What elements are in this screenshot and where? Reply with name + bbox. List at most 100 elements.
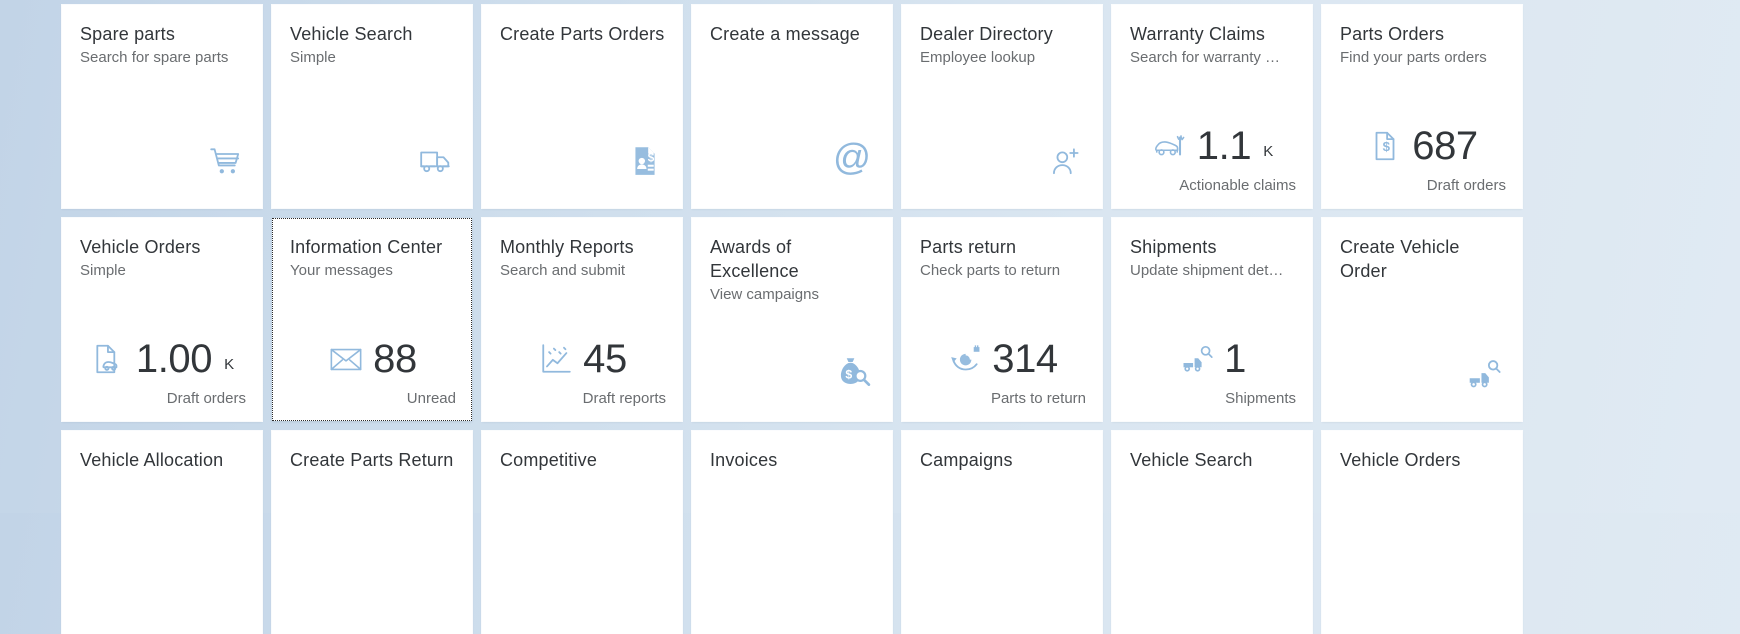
tile-kpi: 1 xyxy=(1130,339,1296,379)
tile-invoices[interactable]: Invoices xyxy=(692,431,892,634)
tile-subtitle: Simple xyxy=(290,49,336,66)
tile-spare-parts[interactable]: Spare parts Search for spare parts xyxy=(62,5,262,208)
tile-vehicle-search[interactable]: Vehicle Search xyxy=(1112,431,1312,634)
tile-body xyxy=(1130,472,1296,622)
tile-title: Create Vehicle Order xyxy=(1340,237,1460,281)
tile-body: 88 Unread xyxy=(290,283,456,409)
tile-kpi-value: 687 xyxy=(1412,124,1478,168)
tile-title: Information Center xyxy=(290,237,443,257)
tile-kpi-value: 314 xyxy=(992,337,1058,381)
document-person-dollar-icon: $ xyxy=(618,134,662,178)
tile-information-center[interactable]: Information Center Your messages 88 Unread xyxy=(272,218,472,421)
tile-shipments[interactable]: Shipments Update shipment det… 1 Shipments xyxy=(1112,218,1312,421)
tile-body xyxy=(290,472,456,622)
tile-body: 45 Draft reports xyxy=(500,283,666,409)
tile-warranty-claims[interactable]: Warranty Claims Search for warranty … 1.1 K… xyxy=(1112,5,1312,208)
tile-body xyxy=(80,472,246,622)
tile-title: Monthly Reports xyxy=(500,237,634,257)
tile-title: Shipments xyxy=(1130,237,1217,257)
tile-kpi-value: 1.1 xyxy=(1196,124,1252,168)
tile-footer: Draft orders xyxy=(1426,177,1506,194)
truck-search-icon xyxy=(1180,342,1214,376)
tile-dealer-directory[interactable]: Dealer Directory Employee lookup xyxy=(902,5,1102,208)
tile-kpi-unit: K xyxy=(224,356,235,373)
tile-header: Create Parts Orders xyxy=(500,22,666,46)
tile-body: 314 Parts to return xyxy=(920,283,1086,409)
tile-body: $ xyxy=(500,46,666,196)
tile-header: Awards of Excellence View campaigns xyxy=(710,235,876,307)
truck-icon xyxy=(408,134,452,178)
tile-body xyxy=(1340,283,1506,409)
tile-grid: Spare parts Search for spare parts Vehicle… xyxy=(62,5,1664,634)
tile-body xyxy=(290,70,456,196)
tile-kpi-value: 1.00 xyxy=(135,337,213,381)
add-person-icon xyxy=(1038,134,1082,178)
tile-footer: Actionable claims xyxy=(1179,177,1296,194)
tile-header: Shipments Update shipment det… xyxy=(1130,235,1296,283)
tile-campaigns[interactable]: Campaigns xyxy=(902,431,1102,634)
tile-header: Campaigns xyxy=(920,448,1086,472)
tile-kpi: $687 xyxy=(1340,126,1506,166)
tile-body: $ xyxy=(710,307,876,409)
tile-parts-return[interactable]: Parts return Check parts to return 314 Part… xyxy=(902,218,1102,421)
tile-header: Warranty Claims Search for warranty … xyxy=(1130,22,1296,70)
tile-footer: Unread xyxy=(406,390,456,407)
tile-kpi-value: 1 xyxy=(1224,337,1246,381)
tile-vehicle-orders[interactable]: Vehicle Orders Simple 1.00 K Draft orders xyxy=(62,218,262,421)
tile-competitive[interactable]: Competitive xyxy=(482,431,682,634)
tile-title: Create a message xyxy=(710,24,860,44)
tile-header: Vehicle Allocation xyxy=(80,448,246,472)
tile-title: Competitive xyxy=(500,450,598,470)
tile-header: Invoices xyxy=(710,448,876,472)
tile-body xyxy=(710,472,876,622)
tile-subtitle: Update shipment det… xyxy=(1130,262,1284,279)
svg-text:@: @ xyxy=(833,138,871,177)
tile-footer: Shipments xyxy=(1225,390,1296,407)
tile-title: Awards of Excellence xyxy=(710,237,799,281)
tile-body xyxy=(80,70,246,196)
document-car-icon xyxy=(92,342,126,376)
tile-header: Monthly Reports Search and submit xyxy=(500,235,666,283)
tile-header: Create Vehicle Order xyxy=(1340,235,1506,283)
tile-subtitle: View campaigns xyxy=(710,286,819,303)
tile-header: Vehicle Orders Simple xyxy=(80,235,246,283)
tile-vehicle-orders[interactable]: Vehicle Orders xyxy=(1322,431,1522,634)
tile-subtitle: Your messages xyxy=(290,262,393,279)
tile-body: @ xyxy=(710,46,876,196)
svg-text:$: $ xyxy=(1383,139,1391,154)
tile-subtitle: Check parts to return xyxy=(920,262,1061,279)
tile-header: Create a message xyxy=(710,22,876,46)
tile-kpi: 88 xyxy=(290,339,456,379)
tile-body: 1.1 K Actionable claims xyxy=(1130,70,1296,196)
tile-subtitle: Search for spare parts xyxy=(80,49,229,66)
tile-body xyxy=(1340,472,1506,622)
tile-header: Parts return Check parts to return xyxy=(920,235,1086,283)
tile-awards-of-excellence[interactable]: Awards of Excellence View campaigns $ xyxy=(692,218,892,421)
tile-kpi-unit: K xyxy=(1263,143,1274,160)
tile-footer: Draft orders xyxy=(166,390,246,407)
tile-header: Information Center Your messages xyxy=(290,235,456,283)
tile-create-vehicle-order[interactable]: Create Vehicle Order xyxy=(1322,218,1522,421)
tile-vehicle-search[interactable]: Vehicle Search Simple xyxy=(272,5,472,208)
money-bag-search-icon: $ xyxy=(828,347,872,391)
tile-kpi: 314 xyxy=(920,339,1086,379)
tile-create-parts-orders[interactable]: Create Parts Orders $ xyxy=(482,5,682,208)
tile-create-parts-return[interactable]: Create Parts Return xyxy=(272,431,472,634)
tile-title: Create Parts Orders xyxy=(500,24,665,44)
tile-parts-orders[interactable]: Parts Orders Find your parts orders $687 Dr… xyxy=(1322,5,1522,208)
tile-title: Vehicle Allocation xyxy=(80,450,224,470)
tile-title: Parts Orders xyxy=(1340,24,1445,44)
tile-body xyxy=(920,472,1086,622)
svg-text:$: $ xyxy=(845,368,852,382)
tile-header: Competitive xyxy=(500,448,666,472)
tile-footer: Parts to return xyxy=(990,390,1086,407)
tile-header: Parts Orders Find your parts orders xyxy=(1340,22,1506,70)
tile-monthly-reports[interactable]: Monthly Reports Search and submit 45 Draft … xyxy=(482,218,682,421)
at-sign-icon: @ xyxy=(828,134,872,178)
tile-create-a-message[interactable]: Create a message @ xyxy=(692,5,892,208)
tile-vehicle-allocation[interactable]: Vehicle Allocation xyxy=(62,431,262,634)
tile-subtitle: Search for warranty … xyxy=(1130,49,1281,66)
line-chart-icon xyxy=(539,342,573,376)
tile-title: Vehicle Search xyxy=(1130,450,1253,470)
tile-subtitle: Simple xyxy=(80,262,126,279)
